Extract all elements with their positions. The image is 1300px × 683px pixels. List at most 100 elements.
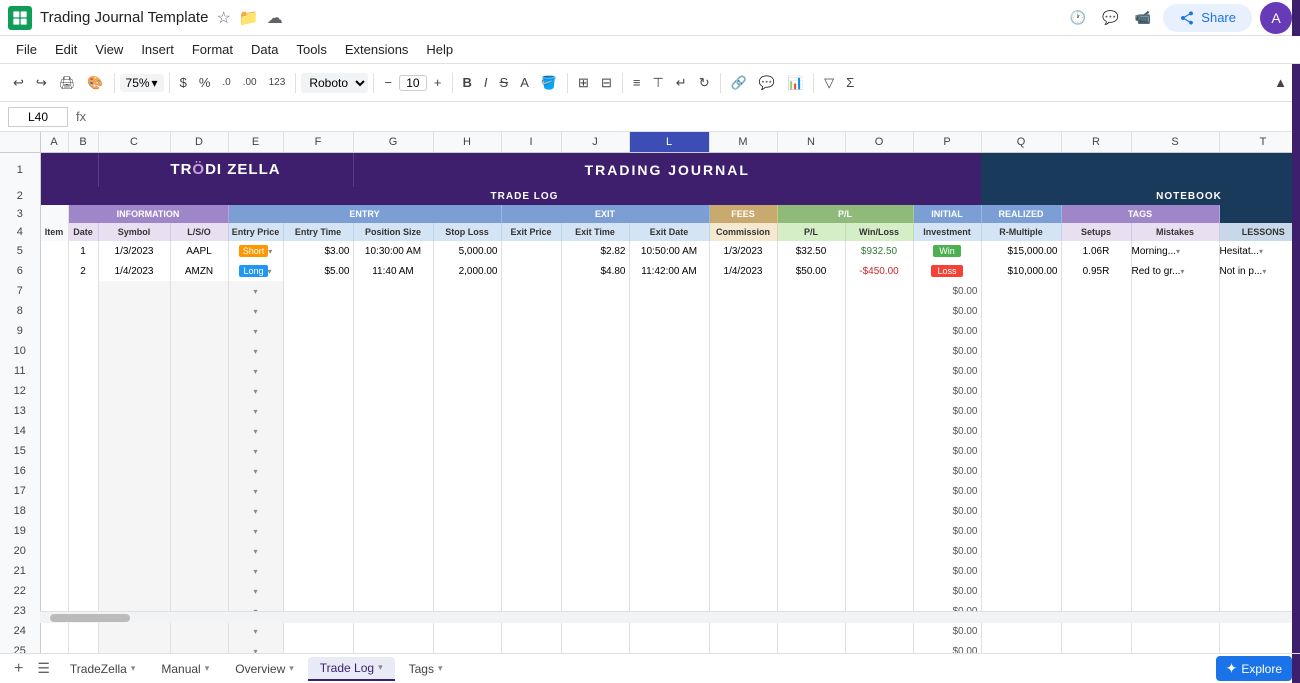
avatar[interactable]: A [1260,2,1292,34]
decimal-dec-button[interactable]: .0 [217,73,235,92]
cell-5-j[interactable]: $2.82 [561,241,629,261]
menu-view[interactable]: View [87,39,131,60]
paint-format-button[interactable]: 🎨 [82,71,108,95]
link-button[interactable]: 🔗 [726,71,752,95]
cell-5-b[interactable]: 1 [68,241,98,261]
merge-button[interactable]: ⊟ [596,71,617,95]
halign-button[interactable]: ≡ [628,71,646,94]
col-header-m[interactable]: M [709,132,777,152]
menu-tools[interactable]: Tools [288,39,334,60]
print-button[interactable]: 🖨 [54,71,81,95]
col-header-n[interactable]: N [777,132,845,152]
zoom-control[interactable]: 75% ▾ [120,74,164,92]
sheets-menu-button[interactable]: ☰ [31,658,56,679]
cell-6-j[interactable]: $4.80 [561,261,629,281]
col-header-r[interactable]: R [1061,132,1131,152]
col-header-t[interactable]: T [1219,132,1300,152]
col-header-s[interactable]: S [1131,132,1219,152]
italic-button[interactable]: I [479,71,493,94]
rotate-button[interactable]: ↻ [694,71,715,95]
font-size-decrease-button[interactable]: − [379,71,397,94]
cell-5-s[interactable]: Hesitat...▾ [1219,241,1300,261]
cell-6-l[interactable]: 1/4/2023 [709,261,777,281]
cell-6-o[interactable]: Loss [913,261,981,281]
col-header-c[interactable]: C [98,132,170,152]
cell-6-p[interactable]: $10,000.00 [981,261,1061,281]
currency-button[interactable]: $ [175,71,192,94]
font-size-increase-button[interactable]: + [429,71,447,94]
cell-6-q[interactable]: 0.95R [1061,261,1131,281]
tab-tradezella[interactable]: TradeZella ▾ [58,658,147,680]
percent-button[interactable]: % [194,71,216,94]
cell-6-s[interactable]: Not in p...▾ [1219,261,1300,281]
cell-6-d[interactable]: AMZN [170,261,228,281]
borders-button[interactable]: ⊞ [573,71,594,95]
explore-button[interactable]: ✦ Explore [1216,656,1292,681]
wrap-button[interactable]: ↵ [671,71,692,95]
cell-5-g[interactable]: 10:30:00 AM [353,241,433,261]
col-header-a[interactable]: A [40,132,68,152]
col-header-d[interactable]: D [170,132,228,152]
h-scrollbar[interactable] [40,611,1292,623]
cell-5-k[interactable]: 10:50:00 AM [629,241,709,261]
font-color-button[interactable]: A [515,71,534,94]
history-button[interactable]: 🕐 [1065,6,1090,30]
col-header-b[interactable]: B [68,132,98,152]
tab-manual[interactable]: Manual ▾ [149,658,221,680]
cell-5-c[interactable]: 1/3/2023 [98,241,170,261]
star-icon[interactable]: ☆ [216,8,230,28]
collapse-button[interactable]: ▲ [1269,71,1292,94]
share-button[interactable]: Share [1163,4,1252,32]
cell-6-k[interactable]: 11:42:00 AM [629,261,709,281]
comment-button[interactable]: 💬 [754,71,780,95]
cell-5-l[interactable]: 1/3/2023 [709,241,777,261]
cell-6-b[interactable]: 2 [68,261,98,281]
cell-6-c[interactable]: 1/4/2023 [98,261,170,281]
cell-6-m[interactable]: $50.00 [777,261,845,281]
filter-button[interactable]: ▽ [819,71,839,95]
functions-button[interactable]: Σ [841,71,859,94]
cell-5-m[interactable]: $32.50 [777,241,845,261]
col-header-o[interactable]: O [845,132,913,152]
cell-reference-input[interactable]: L40 [8,107,68,127]
meet-button[interactable]: 📹 [1131,6,1156,30]
cell-6-g[interactable]: 11:40 AM [353,261,433,281]
decimal-inc-button[interactable]: .00 [238,73,262,92]
menu-insert[interactable]: Insert [133,39,182,60]
cell-6-n[interactable]: -$450.00 [845,261,913,281]
cell-6-i[interactable] [501,261,561,281]
valign-button[interactable]: ⊤ [647,71,668,95]
cell-6-r[interactable]: Red to gr...▾ [1131,261,1219,281]
add-sheet-button[interactable]: + [8,658,29,680]
cell-5-i[interactable] [501,241,561,261]
cell-5-e[interactable]: Short▾ [228,241,283,261]
cell-5-d[interactable]: AAPL [170,241,228,261]
col-header-j[interactable]: J [561,132,629,152]
cell-5-p[interactable]: $15,000.00 [981,241,1061,261]
chart-button[interactable]: 📊 [782,71,808,95]
undo-button[interactable]: ↩ [8,71,29,95]
menu-file[interactable]: File [8,39,45,60]
cell-5-h[interactable]: 5,000.00 [433,241,501,261]
cell-5-o[interactable]: Win [913,241,981,261]
format-123-button[interactable]: 123 [264,73,291,92]
col-header-i[interactable]: I [501,132,561,152]
bold-button[interactable]: B [458,71,477,94]
col-header-p[interactable]: P [913,132,981,152]
folder-icon[interactable]: 📁 [239,8,259,28]
comments-button[interactable]: 💬 [1098,6,1123,30]
col-header-f[interactable]: F [283,132,353,152]
font-size-input[interactable] [399,75,427,91]
cell-6-h[interactable]: 2,000.00 [433,261,501,281]
fill-color-button[interactable]: 🪣 [536,71,562,95]
menu-data[interactable]: Data [243,39,286,60]
strikethrough-button[interactable]: S [495,71,514,94]
col-header-q[interactable]: Q [981,132,1061,152]
col-header-e[interactable]: E [228,132,283,152]
cell-6-f[interactable]: $5.00 [283,261,353,281]
tab-overview[interactable]: Overview ▾ [223,658,306,680]
cell-6-e[interactable]: Long▾ [228,261,283,281]
cell-5-q[interactable]: 1.06R [1061,241,1131,261]
formula-input[interactable] [94,109,1292,124]
menu-format[interactable]: Format [184,39,241,60]
